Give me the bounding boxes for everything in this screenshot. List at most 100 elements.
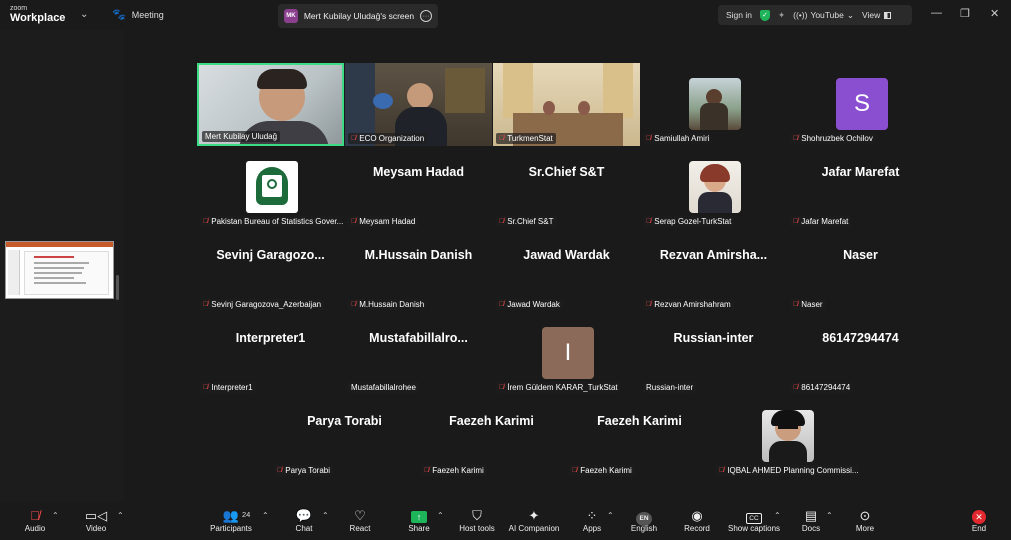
more-label: More xyxy=(855,524,875,533)
participant-tile[interactable]: Naser 🎙̸ Naser xyxy=(787,229,934,312)
participant-tile[interactable]: M.Hussain Danish 🎙̸ M.Hussain Danish xyxy=(345,229,492,312)
mic-muted-icon: 🎙̸ xyxy=(351,218,357,225)
mic-muted-icon: 🎙̸ xyxy=(719,467,725,474)
participant-display-name: Interpreter1 xyxy=(235,331,306,345)
participant-name: Mustafabillalrohee xyxy=(348,382,419,393)
shield-check-icon[interactable]: ✓ xyxy=(760,9,770,21)
avatar: I xyxy=(542,327,594,379)
chevron-up-icon[interactable]: ⌃ xyxy=(774,511,781,520)
screen-share-tab[interactable]: MK Mert Kubilay Uludağ's screen ··· xyxy=(278,4,438,28)
chevron-down-icon[interactable]: ⌄ xyxy=(80,9,88,20)
record-button[interactable]: ◉ Record xyxy=(683,508,711,533)
participant-name: 🎙̸ Serap Gozel-TurkStat xyxy=(643,216,735,227)
participant-name: 🎙̸ Interpreter1 xyxy=(200,382,256,393)
participant-tile[interactable]: Rezvan Amirsha... 🎙̸ Rezvan Amirshahram xyxy=(640,229,787,312)
chevron-up-icon[interactable]: ⌃ xyxy=(437,511,444,520)
chevron-up-icon[interactable]: ⌃ xyxy=(607,511,614,520)
participant-tile[interactable]: Interpreter1 🎙̸ Interpreter1 xyxy=(197,312,344,395)
participant-tile[interactable]: Faezeh Karimi 🎙̸ Faezeh Karimi xyxy=(566,395,713,478)
participant-tile[interactable]: Mustafabillalro... Mustafabillalrohee xyxy=(345,312,492,395)
participants-count: 24 xyxy=(242,510,251,519)
view-label: View xyxy=(861,10,881,20)
chat-label: Chat xyxy=(295,524,313,533)
share-screen-icon: ↑ xyxy=(406,508,432,524)
chevron-up-icon[interactable]: ⌃ xyxy=(262,511,269,520)
restore-icon[interactable]: ❐ xyxy=(960,7,970,20)
chevron-up-icon[interactable]: ⌃ xyxy=(52,511,59,520)
more-options-icon[interactable]: ··· xyxy=(420,10,432,22)
participant-tile[interactable]: Sr.Chief S&T 🎙̸ Sr.Chief S&T xyxy=(493,146,640,229)
name-text: Jafar Marefat xyxy=(801,217,849,226)
apps-button[interactable]: ⁘ Apps xyxy=(581,508,603,533)
title-bar: zoom Workplace ⌄ 🐾 Meeting MK Mert Kubil… xyxy=(0,0,1011,30)
participant-tile[interactable]: S 🎙̸ Shohruzbek Ochilov xyxy=(787,63,934,146)
share-button[interactable]: ↑ Share xyxy=(406,508,432,533)
record-label: Record xyxy=(684,524,710,533)
sign-in-button[interactable]: Sign in xyxy=(726,10,752,20)
name-text: Mustafabillalrohee xyxy=(351,383,416,392)
language-button[interactable]: EN English xyxy=(629,508,659,533)
youtube-button[interactable]: ((•)) YouTube ⌄ xyxy=(793,10,854,21)
participant-tile[interactable]: Jafar Marefat 🎙̸ Jafar Marefat xyxy=(787,146,934,229)
participant-tile[interactable]: Parya Torabi 🎙̸ Parya Torabi xyxy=(271,395,418,478)
participant-tile[interactable]: Russian-inter Russian-inter xyxy=(640,312,787,395)
show-captions-label: Show captions xyxy=(728,524,781,533)
participant-tile[interactable]: 🎙̸ Serap Gozel-TurkStat xyxy=(640,146,787,229)
view-button[interactable]: View xyxy=(861,10,892,20)
video-button[interactable]: ▭◁ Video xyxy=(83,508,109,533)
participant-tile[interactable]: 🎙̸ IQBAL AHMED Planning Commissi... xyxy=(713,395,860,478)
docs-label: Docs xyxy=(801,524,821,533)
audio-button[interactable]: 🎙̸ Audio xyxy=(22,508,48,533)
ai-companion-label: AI Companion xyxy=(508,524,560,533)
participant-tile[interactable]: 86147294474 🎙̸ 86147294474 xyxy=(787,312,934,395)
shared-screen-thumbnail[interactable] xyxy=(5,241,114,299)
participant-tile[interactable]: 🎙̸ Pakistan Bureau of Statistics Gover... xyxy=(197,146,344,229)
participant-tile[interactable]: 🎙̸ Samiullah Amiri xyxy=(640,63,787,146)
name-text: Meysam Hadad xyxy=(359,217,416,226)
chevron-up-icon[interactable]: ⌃ xyxy=(826,511,833,520)
show-captions-button[interactable]: CC Show captions xyxy=(728,508,780,533)
english-label: English xyxy=(630,524,658,533)
host-tools-button[interactable]: ⛉ Host tools xyxy=(458,508,496,533)
video-camera-icon: ▭◁ xyxy=(84,508,108,523)
docs-button[interactable]: ▤ Docs xyxy=(800,508,822,533)
zoom-workplace-logo[interactable]: zoom Workplace xyxy=(10,5,65,24)
chevron-up-icon[interactable]: ⌃ xyxy=(322,511,329,520)
participant-display-name: Naser xyxy=(843,248,878,262)
participant-gallery: Mert Kubilay Uludağ 🎙̸ ECO Organization 🎙… xyxy=(124,30,1011,502)
participant-tile[interactable]: Meysam Hadad 🎙̸ Meysam Hadad xyxy=(345,146,492,229)
name-text: Sevinj Garagozova_Azerbaijan xyxy=(211,300,322,309)
participant-name: 🎙̸ Meysam Hadad xyxy=(348,216,419,227)
participant-tile[interactable]: Faezeh Karimi 🎙̸ Faezeh Karimi xyxy=(418,395,565,478)
participant-tile[interactable]: 🎙̸ TurkmenStat xyxy=(493,63,640,146)
pbs-logo-avatar xyxy=(246,161,298,213)
participant-tile[interactable]: Jawad Wardak 🎙̸ Jawad Wardak xyxy=(493,229,640,312)
participant-tile[interactable]: 🎙̸ ECO Organization xyxy=(345,63,492,146)
meeting-label: Meeting xyxy=(131,9,164,20)
close-icon[interactable]: ✕ xyxy=(990,7,999,20)
sparkle-icon[interactable]: ✦ xyxy=(778,10,785,21)
ai-companion-button[interactable]: ✦ AI Companion xyxy=(507,508,561,533)
participant-tile[interactable]: Sevinj Garagozo... 🎙̸ Sevinj Garagozova_A… xyxy=(197,229,344,312)
end-button[interactable]: ✕ End xyxy=(968,508,990,533)
more-button[interactable]: ⊙ More xyxy=(853,508,877,533)
participant-name: 🎙̸ Pakistan Bureau of Statistics Gover... xyxy=(200,216,343,227)
minimize-icon[interactable]: — xyxy=(931,7,942,19)
mic-muted-icon: 🎙̸ xyxy=(499,135,505,142)
name-text: Sr.Chief S&T xyxy=(507,217,554,226)
audio-label: Audio xyxy=(24,524,46,533)
chat-button[interactable]: 💬 Chat xyxy=(292,508,316,533)
name-text: Faezeh Karimi xyxy=(432,466,484,475)
chevron-up-icon[interactable]: ⌃ xyxy=(117,511,124,520)
participant-display-name: M.Hussain Danish xyxy=(364,248,473,262)
meeting-tab[interactable]: 🐾 Meeting xyxy=(112,8,164,21)
chat-icon: 💬 xyxy=(295,508,313,523)
participant-display-name: Parya Torabi xyxy=(307,414,382,428)
sparkle-icon: ✦ xyxy=(528,508,540,523)
react-button[interactable]: ♡ React xyxy=(347,508,373,533)
mic-muted-icon: 🎙̸ xyxy=(424,467,430,474)
participant-tile[interactable]: I 🎙̸ İrem Güldem KARAR_TurkStat xyxy=(493,312,640,395)
resize-handle[interactable] xyxy=(116,275,119,300)
participant-tile[interactable]: Mert Kubilay Uludağ xyxy=(197,63,344,146)
paw-icon: 🐾 xyxy=(112,9,126,21)
